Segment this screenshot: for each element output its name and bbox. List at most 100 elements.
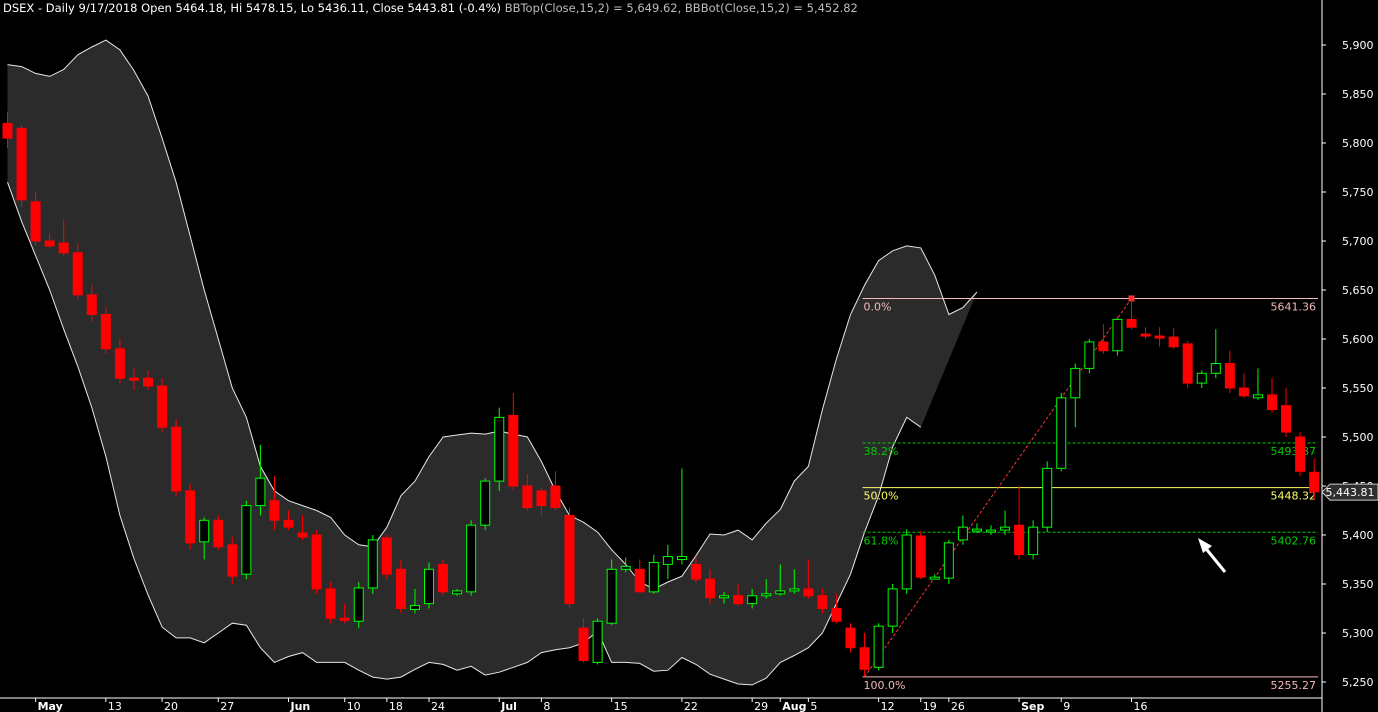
x-tick-label-16: 19 [923, 700, 937, 712]
candle-body-43 [606, 568, 617, 624]
candle-body-2 [30, 201, 41, 242]
candle-body-50 [705, 578, 715, 599]
candle-body-56 [789, 588, 800, 592]
candle-body-76 [1070, 367, 1081, 399]
x-tick-label-8: Jul [500, 700, 517, 712]
y-tick-label-10: 5,750 [1342, 186, 1374, 199]
candle-body-10 [143, 377, 153, 387]
candle-body-89 [1252, 394, 1263, 399]
candle-body-16 [227, 544, 238, 577]
candle-body-20 [283, 519, 294, 528]
candle-body-3 [44, 240, 55, 247]
candle-body-87 [1224, 363, 1235, 389]
bollinger-band [7, 39, 978, 686]
candle-body-53 [747, 595, 758, 605]
candle-body-25 [353, 587, 364, 622]
price-chart[interactable]: 0.0% 5641.3638.2% 5493.8750.0% 5448.3261.8%… [0, 0, 1378, 712]
candle-body-55 [775, 590, 786, 595]
fib-value-label-3: 5402.76 [1271, 534, 1317, 547]
x-tick-label-7: 24 [431, 700, 445, 712]
fib-value-label-4: 5255.27 [1271, 679, 1317, 692]
candle-body-82 [1154, 335, 1165, 339]
candle-body-72 [1014, 524, 1025, 556]
candle-body-63 [887, 588, 898, 627]
candle-body-62 [873, 625, 884, 668]
candle-body-21 [297, 532, 308, 538]
y-tick-label-8: 5,650 [1342, 284, 1374, 297]
x-tick-label-3: 27 [220, 700, 234, 712]
candle-body-45 [634, 568, 645, 593]
candle-body-37 [522, 485, 533, 509]
x-tick-label-14: 5 [810, 700, 817, 712]
candle-body-90 [1267, 394, 1277, 411]
candle-body-8 [114, 348, 125, 379]
candle-body-92 [1295, 436, 1306, 472]
candle-body-14 [199, 519, 210, 543]
candle-body-12 [171, 426, 182, 492]
candle-body-78 [1098, 341, 1109, 352]
candle-body-17 [241, 505, 252, 575]
fib-value-label-0: 5641.36 [1271, 300, 1317, 313]
candle-body-40 [564, 514, 575, 605]
candle-body-19 [269, 500, 280, 521]
x-axis: May 13 20 27 Jun 10 18 24 Jul 8 15 22 29 Aug 5 12 19 26 Se… [0, 697, 1322, 712]
candle-body-47 [662, 556, 673, 565]
y-tick-label-12: 5,850 [1342, 88, 1374, 101]
candle-body-24 [339, 617, 350, 621]
candle-body-71 [1000, 526, 1011, 531]
candle-body-75 [1056, 397, 1067, 469]
y-tick-label-11: 5,800 [1342, 137, 1374, 150]
candle-body-13 [185, 490, 196, 544]
candle-body-52 [733, 595, 744, 605]
candle-body-23 [325, 588, 336, 619]
y-tick-label-1: 5,300 [1342, 627, 1374, 640]
annotations [1198, 538, 1227, 573]
candle-body-32 [452, 590, 463, 595]
candle-body-79 [1112, 318, 1123, 352]
candle-body-46 [648, 561, 659, 593]
candle-body-49 [690, 563, 701, 580]
candle-body-61 [859, 647, 870, 670]
candle-body-5 [72, 252, 83, 296]
fib-pct-label-0: 0.0% [864, 300, 892, 313]
x-tick-label-13: Aug [782, 700, 806, 712]
candle-body-65 [915, 535, 926, 578]
candle-body-4 [58, 242, 69, 254]
candle-body-77 [1084, 341, 1095, 369]
x-tick-label-17: 26 [951, 700, 965, 712]
candle-body-68 [957, 526, 968, 541]
x-tick-label-0: May [38, 700, 63, 712]
candle-body-1 [16, 127, 27, 201]
y-tick-label-0: 5,250 [1342, 676, 1374, 689]
candle-body-58 [817, 595, 828, 610]
candle-body-93 [1309, 471, 1320, 493]
candle-body-84 [1182, 343, 1193, 384]
x-tick-label-20: 16 [1134, 700, 1148, 712]
candle-body-22 [311, 534, 322, 590]
x-tick-label-15: 12 [881, 700, 895, 712]
candle-body-18 [255, 477, 266, 507]
x-tick-label-19: 9 [1063, 700, 1070, 712]
candle-body-91 [1281, 405, 1292, 433]
x-tick-label-1: 13 [108, 700, 122, 712]
candle-body-34 [480, 480, 491, 526]
candle-body-30 [424, 568, 434, 605]
x-tick-label-12: 29 [754, 700, 768, 712]
candle-body-39 [550, 485, 561, 509]
fib-pct-label-3: 61.8% [864, 534, 899, 547]
candle-body-88 [1238, 387, 1249, 397]
candle-body-41 [578, 627, 589, 661]
candle-body-69 [971, 528, 982, 532]
x-tick-label-6: 18 [389, 700, 403, 712]
candle-body-28 [395, 568, 406, 609]
candle-body-81 [1140, 333, 1151, 337]
candle-body-29 [409, 605, 420, 610]
candle-body-48 [676, 556, 687, 560]
y-tick-label-7: 5,600 [1342, 333, 1374, 346]
candle-body-42 [592, 620, 603, 663]
candle-body-26 [367, 539, 378, 589]
candle-body-67 [943, 542, 954, 579]
x-tick-label-5: 10 [347, 700, 361, 712]
y-tick-label-9: 5,700 [1342, 235, 1374, 248]
fib-pct-label-4: 100.0% [864, 679, 906, 692]
